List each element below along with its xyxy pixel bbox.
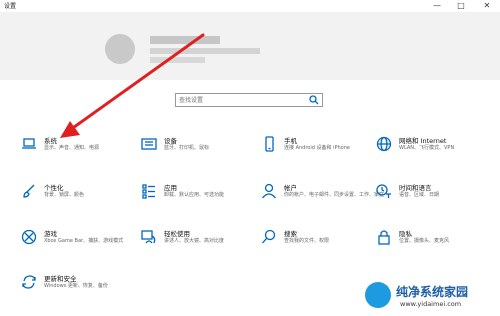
watermark-logo bbox=[365, 282, 391, 308]
watermark-text: 纯净系统家园 bbox=[396, 285, 469, 299]
annotation-arrow bbox=[60, 33, 205, 138]
watermark-url: www.yidaimei.com bbox=[400, 300, 462, 308]
